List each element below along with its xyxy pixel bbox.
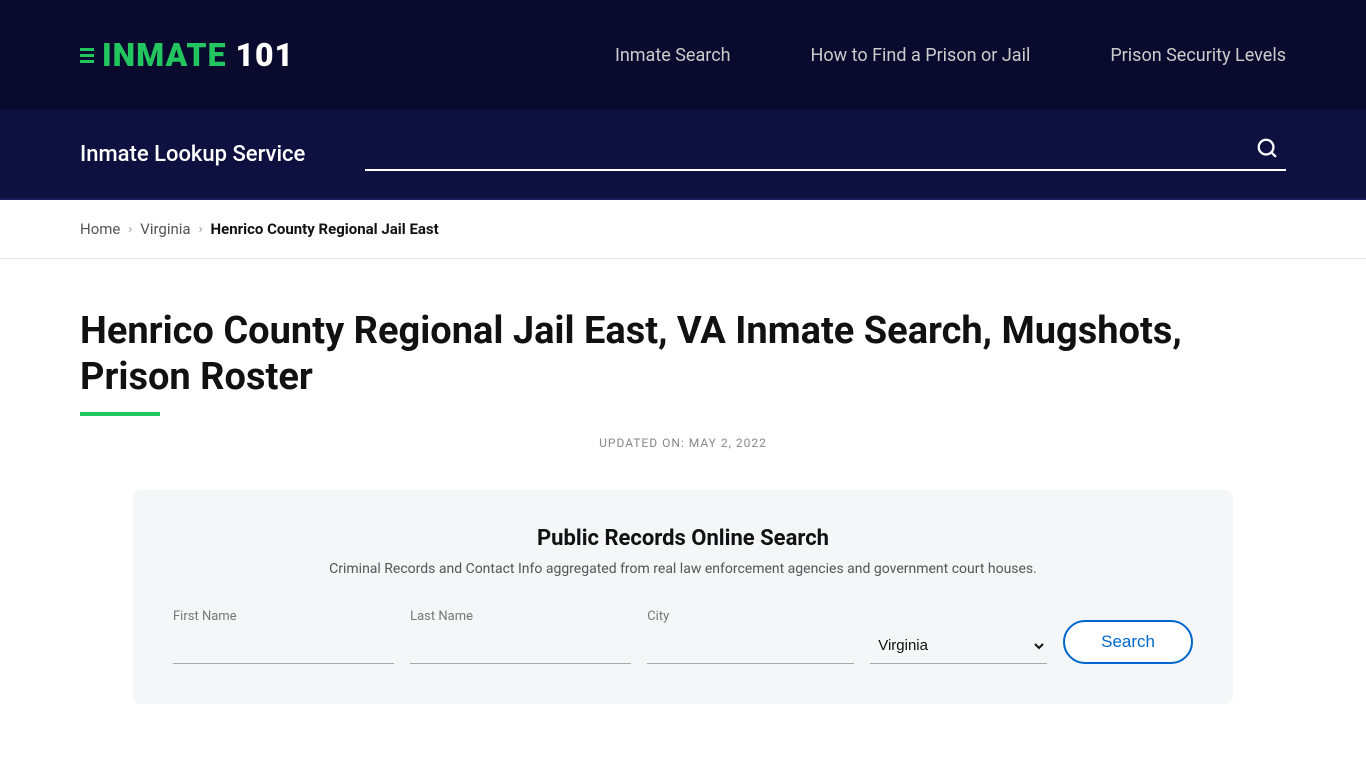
search-icon-button[interactable] bbox=[1248, 137, 1286, 165]
breadcrumb-sep-1: › bbox=[128, 222, 132, 237]
nav-find-prison[interactable]: How to Find a Prison or Jail bbox=[811, 45, 1031, 66]
main-content: Henrico County Regional Jail East, VA In… bbox=[0, 259, 1366, 744]
records-card-title: Public Records Online Search bbox=[173, 526, 1193, 551]
records-form: First Name Last Name City AlabamaAlaskaA… bbox=[173, 609, 1193, 664]
first-name-field: First Name bbox=[173, 609, 394, 664]
state-field: AlabamaAlaskaArizonaArkansasCaliforniaCo… bbox=[870, 622, 1047, 664]
logo-prefix: INMATE bbox=[102, 36, 226, 74]
records-card-subtitle: Criminal Records and Contact Info aggreg… bbox=[173, 561, 1193, 577]
nav-links: Inmate Search How to Find a Prison or Ja… bbox=[615, 45, 1286, 66]
nav-inmate-search[interactable]: Inmate Search bbox=[615, 45, 731, 66]
breadcrumb-current: Henrico County Regional Jail East bbox=[211, 220, 439, 238]
nav-security-levels[interactable]: Prison Security Levels bbox=[1110, 45, 1286, 66]
logo[interactable]: INMATE 101 bbox=[80, 36, 294, 74]
city-label: City bbox=[647, 609, 854, 624]
updated-label: UPDATED ON: MAY 2, 2022 bbox=[80, 436, 1286, 450]
search-icon bbox=[1256, 137, 1278, 159]
city-field: City bbox=[647, 609, 854, 664]
top-navigation: INMATE 101 Inmate Search How to Find a P… bbox=[0, 0, 1366, 110]
search-service-label: Inmate Lookup Service bbox=[80, 142, 305, 167]
first-name-label: First Name bbox=[173, 609, 394, 624]
records-card: Public Records Online Search Criminal Re… bbox=[133, 490, 1233, 704]
last-name-input[interactable] bbox=[410, 630, 631, 664]
breadcrumb: Home › Virginia › Henrico County Regiona… bbox=[80, 220, 1286, 238]
breadcrumb-section: Home › Virginia › Henrico County Regiona… bbox=[0, 200, 1366, 259]
search-bar-section: Inmate Lookup Service bbox=[0, 110, 1366, 200]
breadcrumb-sep-2: › bbox=[199, 222, 203, 237]
logo-bars-icon bbox=[80, 48, 94, 63]
title-underline bbox=[80, 412, 160, 416]
last-name-field: Last Name bbox=[410, 609, 631, 664]
search-input-wrapper bbox=[365, 137, 1286, 171]
page-title: Henrico County Regional Jail East, VA In… bbox=[80, 309, 1286, 400]
breadcrumb-state[interactable]: Virginia bbox=[140, 220, 190, 238]
state-select[interactable]: AlabamaAlaskaArizonaArkansasCaliforniaCo… bbox=[870, 628, 1047, 664]
logo-text: INMATE 101 bbox=[102, 36, 294, 74]
last-name-label: Last Name bbox=[410, 609, 631, 624]
city-input[interactable] bbox=[647, 630, 854, 664]
search-input[interactable] bbox=[365, 141, 1248, 162]
logo-suffix: 101 bbox=[226, 36, 294, 74]
breadcrumb-home[interactable]: Home bbox=[80, 220, 120, 238]
first-name-input[interactable] bbox=[173, 630, 394, 664]
search-button[interactable]: Search bbox=[1063, 620, 1193, 664]
